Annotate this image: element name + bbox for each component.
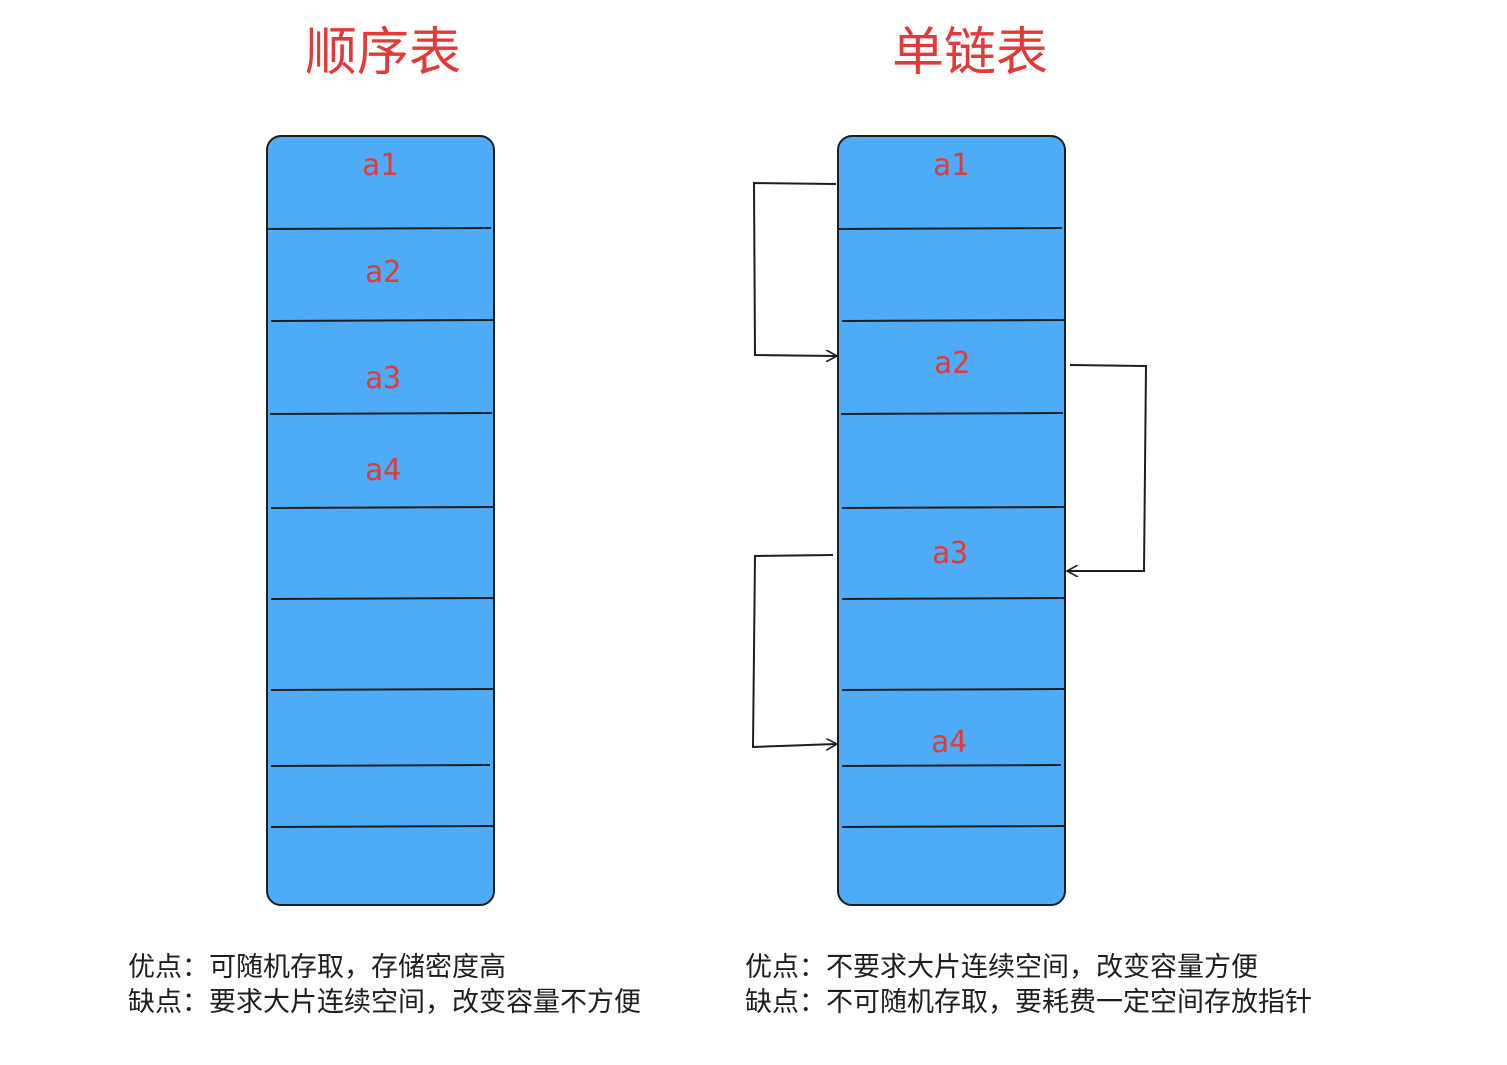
cell-divider (270, 597, 494, 600)
cell-divider (837, 227, 1063, 230)
pointer-arrow-a2-to-a3 (1068, 364, 1148, 571)
seq-cell-a4: a4 (365, 453, 401, 488)
cell-divider (270, 764, 491, 767)
linked-list-block: a1 a2 a3 a4 (837, 135, 1066, 906)
link-cell-a1: a1 (933, 148, 969, 183)
link-cell-a2: a2 (934, 346, 970, 381)
cell-divider (841, 825, 1065, 828)
cell-divider (266, 227, 492, 230)
seq-cell-a1: a1 (362, 148, 398, 183)
linked-cons: 缺点：不可随机存取，要耗费一定空间存放指针 (745, 987, 1312, 1018)
cell-divider (841, 764, 1062, 767)
cell-divider (270, 506, 494, 509)
cell-divider (841, 597, 1065, 600)
link-cell-a3: a3 (932, 536, 968, 571)
cell-divider (270, 688, 494, 691)
pointer-arrow-a1-to-a2 (752, 181, 836, 356)
linked-list-notes: 优点：不要求大片连续空间，改变容量方便 缺点：不可随机存取，要耗费一定空间存放指… (745, 950, 1312, 1020)
cell-divider (269, 412, 493, 415)
cell-divider (270, 319, 494, 322)
seq-cell-a2: a2 (365, 255, 401, 290)
diagram-canvas: a1 a2 a3 a4 a1 a2 a3 a4 (266, 135, 1148, 906)
sequential-cons: 缺点：要求大片连续空间，改变容量不方便 (128, 987, 641, 1018)
link-cell-a4: a4 (931, 725, 967, 760)
cell-divider (840, 412, 1064, 415)
pointer-arrow-a3-to-a4 (751, 554, 836, 747)
cell-divider (270, 825, 494, 828)
cell-divider (841, 319, 1065, 322)
cell-divider (841, 688, 1065, 691)
sequential-list-notes: 优点：可随机存取，存储密度高 缺点：要求大片连续空间，改变容量不方便 (128, 950, 641, 1020)
seq-cell-a3: a3 (365, 361, 401, 396)
linked-pros: 优点：不要求大片连续空间，改变容量方便 (745, 952, 1258, 983)
cell-divider (841, 506, 1065, 509)
sequential-pros: 优点：可随机存取，存储密度高 (128, 952, 506, 983)
sequential-list-block: a1 a2 a3 a4 (266, 135, 495, 906)
